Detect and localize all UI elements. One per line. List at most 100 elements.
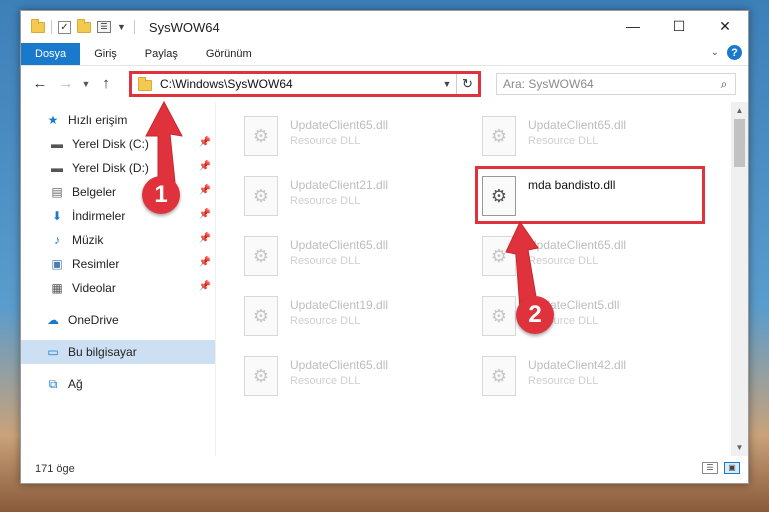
pin-icon[interactable]: 📌 (199, 281, 211, 292)
sidebar-item-label: OneDrive (68, 313, 119, 327)
scroll-down-icon[interactable]: ▼ (731, 439, 748, 456)
file-item[interactable]: ⚙ UpdateClient21.dll Resource DLL (244, 176, 464, 226)
file-type: Resource DLL (290, 255, 361, 267)
sidebar-item-network[interactable]: ⧉ Ağ (21, 372, 215, 396)
expand-ribbon-chevron-icon[interactable]: ⌄ (711, 47, 719, 58)
sidebar-item-downloads[interactable]: ⬇ İndirmeler 📌 (21, 204, 215, 228)
file-item[interactable]: ⚙ UpdateClient42.dll Resource DLL (482, 356, 702, 406)
file-name: UpdateClient19.dll (290, 298, 389, 312)
file-name: UpdateClient65.dll (290, 238, 389, 252)
sidebar-item-label: Bu bilgisayar (68, 345, 137, 359)
file-item[interactable]: ⚙ UpdateClient65.dll Resource DLL (244, 236, 464, 286)
forward-arrow-icon[interactable]: → (53, 75, 79, 92)
network-icon: ⧉ (48, 376, 58, 391)
pin-icon[interactable]: 📌 (199, 257, 211, 268)
recent-locations-chevron-icon[interactable]: ▼ (79, 79, 93, 89)
file-name: UpdateClient42.dll (528, 358, 627, 372)
maximize-button[interactable]: ☐ (656, 11, 702, 41)
back-arrow-icon[interactable]: ← (27, 75, 53, 92)
search-input[interactable]: Ara: SysWOW64 (503, 77, 713, 91)
tab-share[interactable]: Paylaş (131, 43, 192, 65)
close-button[interactable]: ✕ (702, 11, 748, 41)
drive-icon: ▬ (51, 137, 63, 151)
dll-file-icon: ⚙ (244, 356, 278, 396)
sidebar-item-label: Müzik (72, 233, 104, 247)
new-folder-icon[interactable] (77, 18, 91, 33)
window-title: SysWOW64 (148, 19, 220, 35)
sidebar-item-this-pc[interactable]: ▭ Bu bilgisayar (21, 340, 215, 364)
large-icons-view-icon[interactable]: ▣ (724, 462, 740, 474)
dll-file-icon: ⚙ (244, 176, 278, 216)
documents-icon: ▤ (51, 185, 63, 199)
pin-icon[interactable]: 📌 (199, 161, 211, 172)
pin-icon[interactable]: 📌 (199, 233, 211, 244)
tab-home[interactable]: Giriş (80, 43, 131, 65)
pictures-icon: ▣ (51, 257, 63, 271)
drive-icon: ▬ (51, 161, 63, 175)
folder-icon (31, 18, 45, 33)
file-name: UpdateClient21.dll (290, 178, 389, 192)
dll-file-icon: ⚙ (244, 296, 278, 336)
toolbar-divider (51, 20, 52, 34)
address-bar[interactable]: C:\Windows\SysWOW64 ▼ ↻ (129, 71, 481, 97)
vertical-scrollbar[interactable]: ▲ ▼ (731, 102, 748, 456)
target-file-highlight (475, 166, 705, 224)
file-name: UpdateClient65.dll (290, 118, 389, 132)
pin-icon[interactable]: 📌 (199, 209, 211, 220)
refresh-icon[interactable]: ↻ (456, 74, 478, 94)
sidebar-item-label: Resimler (72, 257, 120, 271)
sidebar-item-label: İndirmeler (72, 209, 126, 223)
sidebar-item-label: Belgeler (72, 185, 117, 199)
pin-icon[interactable]: 📌 (199, 185, 211, 196)
title-bar: ✓ ☰ ▼ SysWOW64 — ☐ ✕ (21, 11, 748, 43)
tab-view[interactable]: Görünüm (192, 43, 266, 65)
address-path[interactable]: C:\Windows\SysWOW64 (160, 77, 438, 91)
file-name: UpdateClient65.dll (290, 358, 389, 372)
sidebar-item-onedrive[interactable]: ☁ OneDrive (21, 308, 215, 332)
window-controls: — ☐ ✕ (610, 11, 748, 41)
file-type: Resource DLL (528, 375, 599, 387)
pin-icon[interactable]: 📌 (199, 137, 211, 148)
dll-file-icon: ⚙ (244, 236, 278, 276)
dll-file-icon: ⚙ (482, 116, 516, 156)
file-item[interactable]: ⚙ UpdateClient19.dll Resource DLL (244, 296, 464, 346)
file-item[interactable]: ⚙ UpdateClient65.dll Resource DLL (244, 116, 464, 166)
minimize-button[interactable]: — (610, 11, 656, 41)
sidebar-item-pictures[interactable]: ▣ Resimler 📌 (21, 252, 215, 276)
search-box[interactable]: Ara: SysWOW64 ⌕ (496, 73, 736, 95)
videos-icon: ▦ (51, 281, 63, 295)
up-arrow-icon[interactable]: ↑ (93, 75, 119, 92)
scroll-thumb[interactable] (734, 119, 745, 167)
view-options-icon[interactable]: ☰ (97, 21, 111, 33)
scroll-up-icon[interactable]: ▲ (731, 102, 748, 119)
properties-check-icon[interactable]: ✓ (58, 20, 71, 34)
content-area: ★ Hızlı erişim ▬ Yerel Disk (C:) 📌 ▬ Yer… (21, 102, 748, 456)
details-view-icon[interactable]: ☰ (702, 462, 718, 474)
computer-icon: ▭ (47, 345, 59, 359)
ribbon-right-controls: ⌄ ? (711, 45, 742, 60)
file-item[interactable]: ⚙ UpdateClient65.dll Resource DLL (244, 356, 464, 406)
file-type: Resource DLL (290, 135, 361, 147)
sidebar-item-music[interactable]: ♪ Müzik 📌 (21, 228, 215, 252)
folder-icon (138, 77, 152, 91)
sidebar-item-label: Hızlı erişim (68, 113, 128, 127)
tab-file[interactable]: Dosya (21, 43, 81, 65)
cloud-icon: ☁ (47, 313, 59, 327)
dll-file-icon: ⚙ (482, 356, 516, 396)
quick-access-toolbar: ✓ ☰ ▼ (31, 18, 126, 34)
sidebar-item-label: Videolar (72, 281, 116, 295)
file-type: Resource DLL (290, 315, 361, 327)
item-count: 171 öge (35, 463, 75, 475)
dll-file-icon: ⚙ (244, 116, 278, 156)
search-icon[interactable]: ⌕ (713, 77, 735, 92)
file-item[interactable]: ⚙ UpdateClient65.dll Resource DLL (482, 116, 702, 166)
customize-toolbar-chevron-icon[interactable]: ▼ (117, 22, 126, 32)
step-badge-2: 2 (516, 296, 554, 334)
view-switcher: ☰ ▣ (702, 462, 740, 474)
address-dropdown-chevron-icon[interactable]: ▼ (438, 79, 456, 89)
file-name: UpdateClient65.dll (528, 118, 627, 132)
help-icon[interactable]: ? (727, 45, 742, 60)
sidebar-item-videos[interactable]: ▦ Videolar 📌 (21, 276, 215, 300)
